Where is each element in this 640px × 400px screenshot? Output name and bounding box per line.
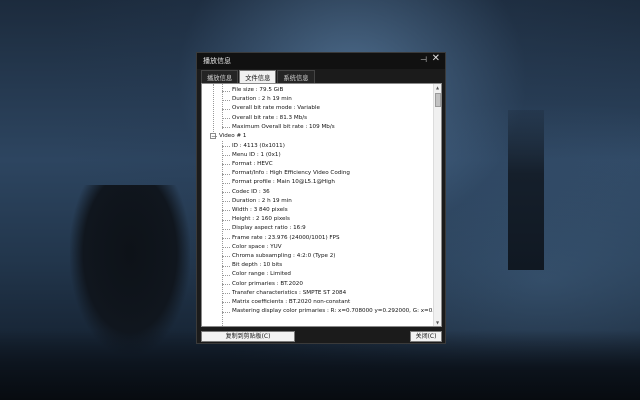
tree-guide: [222, 265, 230, 267]
tree-guide: [222, 155, 230, 157]
tree-item[interactable]: Height : 2 160 pixels: [232, 215, 290, 224]
close-icon[interactable]: ✕: [432, 53, 440, 64]
tree-item[interactable]: Color space : YUV: [232, 243, 282, 252]
scroll-up-icon[interactable]: ▲: [434, 84, 441, 91]
scroll-down-icon[interactable]: ▼: [434, 319, 441, 326]
tree-item[interactable]: File size : 79.5 GiB: [232, 86, 283, 95]
tree-item[interactable]: Format/Info : High Efficiency Video Codi…: [232, 169, 350, 178]
file-info-panel: − Video # 1 File size : 79.5 GiB Duration…: [201, 83, 442, 327]
tree-item[interactable]: Format profile : Main 10@L5.1@High: [232, 178, 335, 187]
tree-guide: [222, 118, 230, 120]
close-button[interactable]: 关闭(C): [410, 331, 442, 342]
tree-item[interactable]: Overall bit rate : 81.3 Mb/s: [232, 114, 307, 123]
tree-item[interactable]: Menu ID : 1 (0x1): [232, 151, 281, 160]
tree-guide: [222, 164, 230, 166]
tree-item[interactable]: Chroma subsampling : 4:2:0 (Type 2): [232, 252, 335, 261]
tree-item[interactable]: Color range : Limited: [232, 270, 291, 279]
tree-guide: [222, 284, 230, 285]
info-tree: − Video # 1 File size : 79.5 GiB Duration…: [202, 84, 435, 326]
background-tower: [508, 110, 544, 270]
tree-item[interactable]: Overall bit rate mode : Variable: [232, 104, 320, 113]
tree-guide: [222, 247, 230, 249]
tree-item[interactable]: Codec ID : 36: [232, 188, 270, 197]
tree-item[interactable]: Matrix coefficients : BT.2020 non-consta…: [232, 298, 350, 307]
tree-guide: [222, 256, 230, 258]
tree-guide: [222, 146, 230, 147]
tree-item[interactable]: Duration : 2 h 19 min: [232, 197, 292, 206]
tab-playback-info[interactable]: 播放信息: [201, 70, 239, 83]
copy-to-clipboard-button[interactable]: 复制到剪贴板(C): [201, 331, 295, 342]
tree-guide: [222, 302, 230, 304]
tree-guide: [222, 127, 230, 129]
tree-guide: [222, 141, 223, 326]
tree-guide: [222, 99, 230, 101]
tree-item[interactable]: Width : 3 840 pixels: [232, 206, 288, 215]
tree-guide: [222, 173, 230, 175]
collapse-icon[interactable]: −: [210, 133, 216, 140]
tree-guide: [222, 274, 230, 276]
pin-icon[interactable]: ⊣: [420, 55, 427, 64]
tree-guide: [222, 293, 230, 295]
playback-info-dialog: 播放信息 ⊣ ✕ 播放信息 文件信息 系统信息 − Video # 1 File…: [196, 52, 446, 344]
tree-guide: [222, 210, 230, 212]
tree-item[interactable]: Mastering display color primaries : R: x…: [232, 307, 435, 316]
tree-item[interactable]: Bit depth : 10 bits: [232, 261, 282, 270]
tree-item[interactable]: Transfer characteristics : SMPTE ST 2084: [232, 289, 346, 298]
tree-guide: [222, 238, 230, 239]
tree-node-video-1[interactable]: Video # 1: [219, 132, 246, 141]
tree-guide: [222, 90, 230, 92]
tab-file-info[interactable]: 文件信息: [239, 70, 277, 83]
tree-guide: [222, 228, 230, 230]
tree-item[interactable]: Color primaries : BT.2020: [232, 280, 303, 289]
tree-item[interactable]: ID : 4113 (0x1011): [232, 142, 285, 151]
tree-guide: [222, 219, 230, 221]
title-bar: 播放信息 ⊣ ✕: [197, 53, 445, 69]
tree-item[interactable]: Display aspect ratio : 16:9: [232, 224, 306, 233]
tree-item[interactable]: Maximum Overall bit rate : 109 Mb/s: [232, 123, 335, 132]
tree-item[interactable]: Duration : 2 h 19 min: [232, 95, 292, 104]
window-title: 播放信息: [203, 57, 231, 65]
scroll-thumb[interactable]: [435, 93, 441, 107]
tree-guide: [222, 311, 230, 313]
tree-guide: [222, 182, 230, 184]
tab-system-info[interactable]: 系统信息: [277, 70, 315, 83]
tab-bar: 播放信息 文件信息 系统信息: [201, 70, 316, 83]
tree-guide: [222, 108, 230, 110]
vertical-scrollbar[interactable]: ▲ ▼: [433, 84, 441, 326]
tree-item[interactable]: Frame rate : 23.976 (24000/1001) FPS: [232, 234, 340, 243]
tree-guide: [222, 192, 230, 193]
tree-item[interactable]: Format : HEVC: [232, 160, 273, 169]
tree-guide: [213, 84, 214, 132]
tree-guide: [222, 201, 230, 203]
